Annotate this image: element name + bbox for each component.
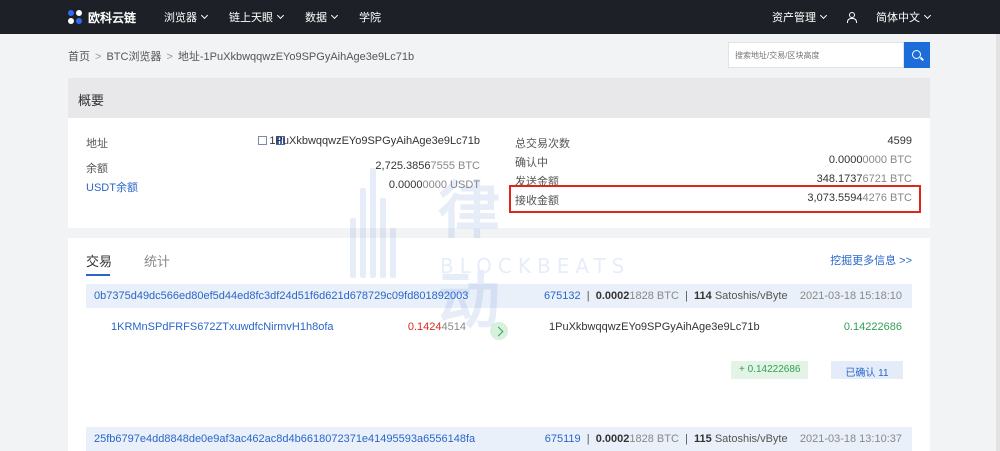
overview-title: 概要 (68, 78, 930, 118)
balance-value: 2,725.38567555 BTC (375, 160, 480, 172)
search-box (728, 42, 904, 68)
transactions-panel: 交易 统计 挖掘更多信息 >> 0b7375d49dc566ed80ef5d44… (68, 238, 930, 451)
chevron-down-icon (330, 11, 339, 20)
address-label: 地址 (86, 138, 108, 150)
tx-input-amount: 0.14244514 (407, 321, 466, 333)
usdt-balance-value: 0.00000000 USDT (388, 179, 480, 191)
active-tab-indicator (86, 274, 110, 276)
tab-transactions[interactable]: 交易 (86, 251, 112, 270)
tx-meta: 675132 | 0.00021828 BTC | 114 Satoshis/v… (543, 290, 902, 302)
page-scrollbar[interactable] (996, 34, 1000, 451)
search-button[interactable] (904, 42, 930, 68)
confirming-value: 0.00000000 BTC (828, 154, 912, 166)
chevron-down-icon (200, 11, 209, 20)
chevron-down-icon (923, 11, 932, 20)
top-navbar: 欧科云链 浏览器 链上天眼 数据 学院 资产管理 简体中文 (0, 0, 1000, 34)
more-info-link[interactable]: 挖掘更多信息 >> (830, 252, 912, 268)
block-height-link[interactable]: 675119 (545, 433, 581, 445)
tx-output-address[interactable]: 1PuXkbwqqwzEYo9SPGyAihAge3e9Lc71b (549, 321, 760, 333)
tx-header-row: 0b7375d49dc566ed80ef5d44ed8fc3df24d51f6d… (86, 284, 912, 308)
confirmation-badge: 已确认 11 (831, 361, 903, 379)
language-selector[interactable]: 简体中文 (876, 9, 932, 25)
address-value: 1PuXkbwqqwzEYo9SPGyAihAge3e9Lc71b (269, 135, 480, 147)
breadcrumb-home[interactable]: 首页 (68, 51, 90, 63)
breadcrumb-btc-browser[interactable]: BTC浏览器 (106, 51, 161, 63)
brand-name: 欧科云链 (88, 10, 137, 25)
tx-count-label: 总交易次数 (515, 138, 570, 150)
nav-browser[interactable]: 浏览器 (164, 9, 209, 25)
search-input[interactable] (729, 43, 903, 67)
nav-data[interactable]: 数据 (305, 9, 339, 25)
brand-logo[interactable]: 欧科云链 (68, 9, 136, 26)
user-icon (846, 12, 857, 23)
breadcrumb-current: 地址-1PuXkbwqqwzEYo9SPGyAihAge3e9Lc71b (177, 51, 415, 63)
tx-hash-link[interactable]: 25fb6797e4dd8848de0e9af3ac462ac8d4b66180… (94, 433, 475, 445)
chevron-down-icon (819, 11, 828, 20)
arrow-right-icon (490, 322, 508, 340)
nav-asset-management[interactable]: 资产管理 (772, 9, 828, 25)
logo-icon (68, 10, 84, 24)
highlight-box (509, 185, 921, 213)
search-icon (911, 49, 921, 59)
nav-onchain-eye[interactable]: 链上天眼 (229, 9, 285, 25)
chevron-down-icon (276, 11, 285, 20)
tx-meta: 675119 | 0.00021828 BTC | 115 Satoshis/v… (544, 433, 902, 445)
tab-statistics[interactable]: 统计 (144, 251, 170, 270)
tx-input-address[interactable]: 1KRMnSPdFRFS672ZTxuwdfcNirmvH1h8ofa (111, 321, 334, 333)
balance-label: 余额 (86, 163, 108, 175)
block-height-link[interactable]: 675132 (544, 290, 581, 302)
nav-academy[interactable]: 学院 (359, 9, 381, 25)
tx-output-amount: 0.14222686 (843, 321, 902, 333)
usdt-balance-label[interactable]: USDT余额 (86, 179, 138, 195)
tx-header-row: 25fb6797e4dd8848de0e9af3ac462ac8d4b66180… (86, 427, 912, 451)
confirming-label: 确认中 (515, 157, 548, 169)
tx-hash-link[interactable]: 0b7375d49dc566ed80ef5d44ed8fc3df24d51f6d… (94, 290, 468, 302)
breadcrumb: 首页 > BTC浏览器 > 地址-1PuXkbwqqwzEYo9SPGyAihAge3e… (68, 51, 415, 63)
copy-icon[interactable] (258, 136, 267, 145)
net-change-badge: + 0.14222686 (731, 361, 809, 379)
user-button[interactable] (846, 12, 857, 23)
tx-count-value: 4599 (887, 135, 912, 147)
sent-value: 348.17376721 BTC (816, 173, 912, 185)
